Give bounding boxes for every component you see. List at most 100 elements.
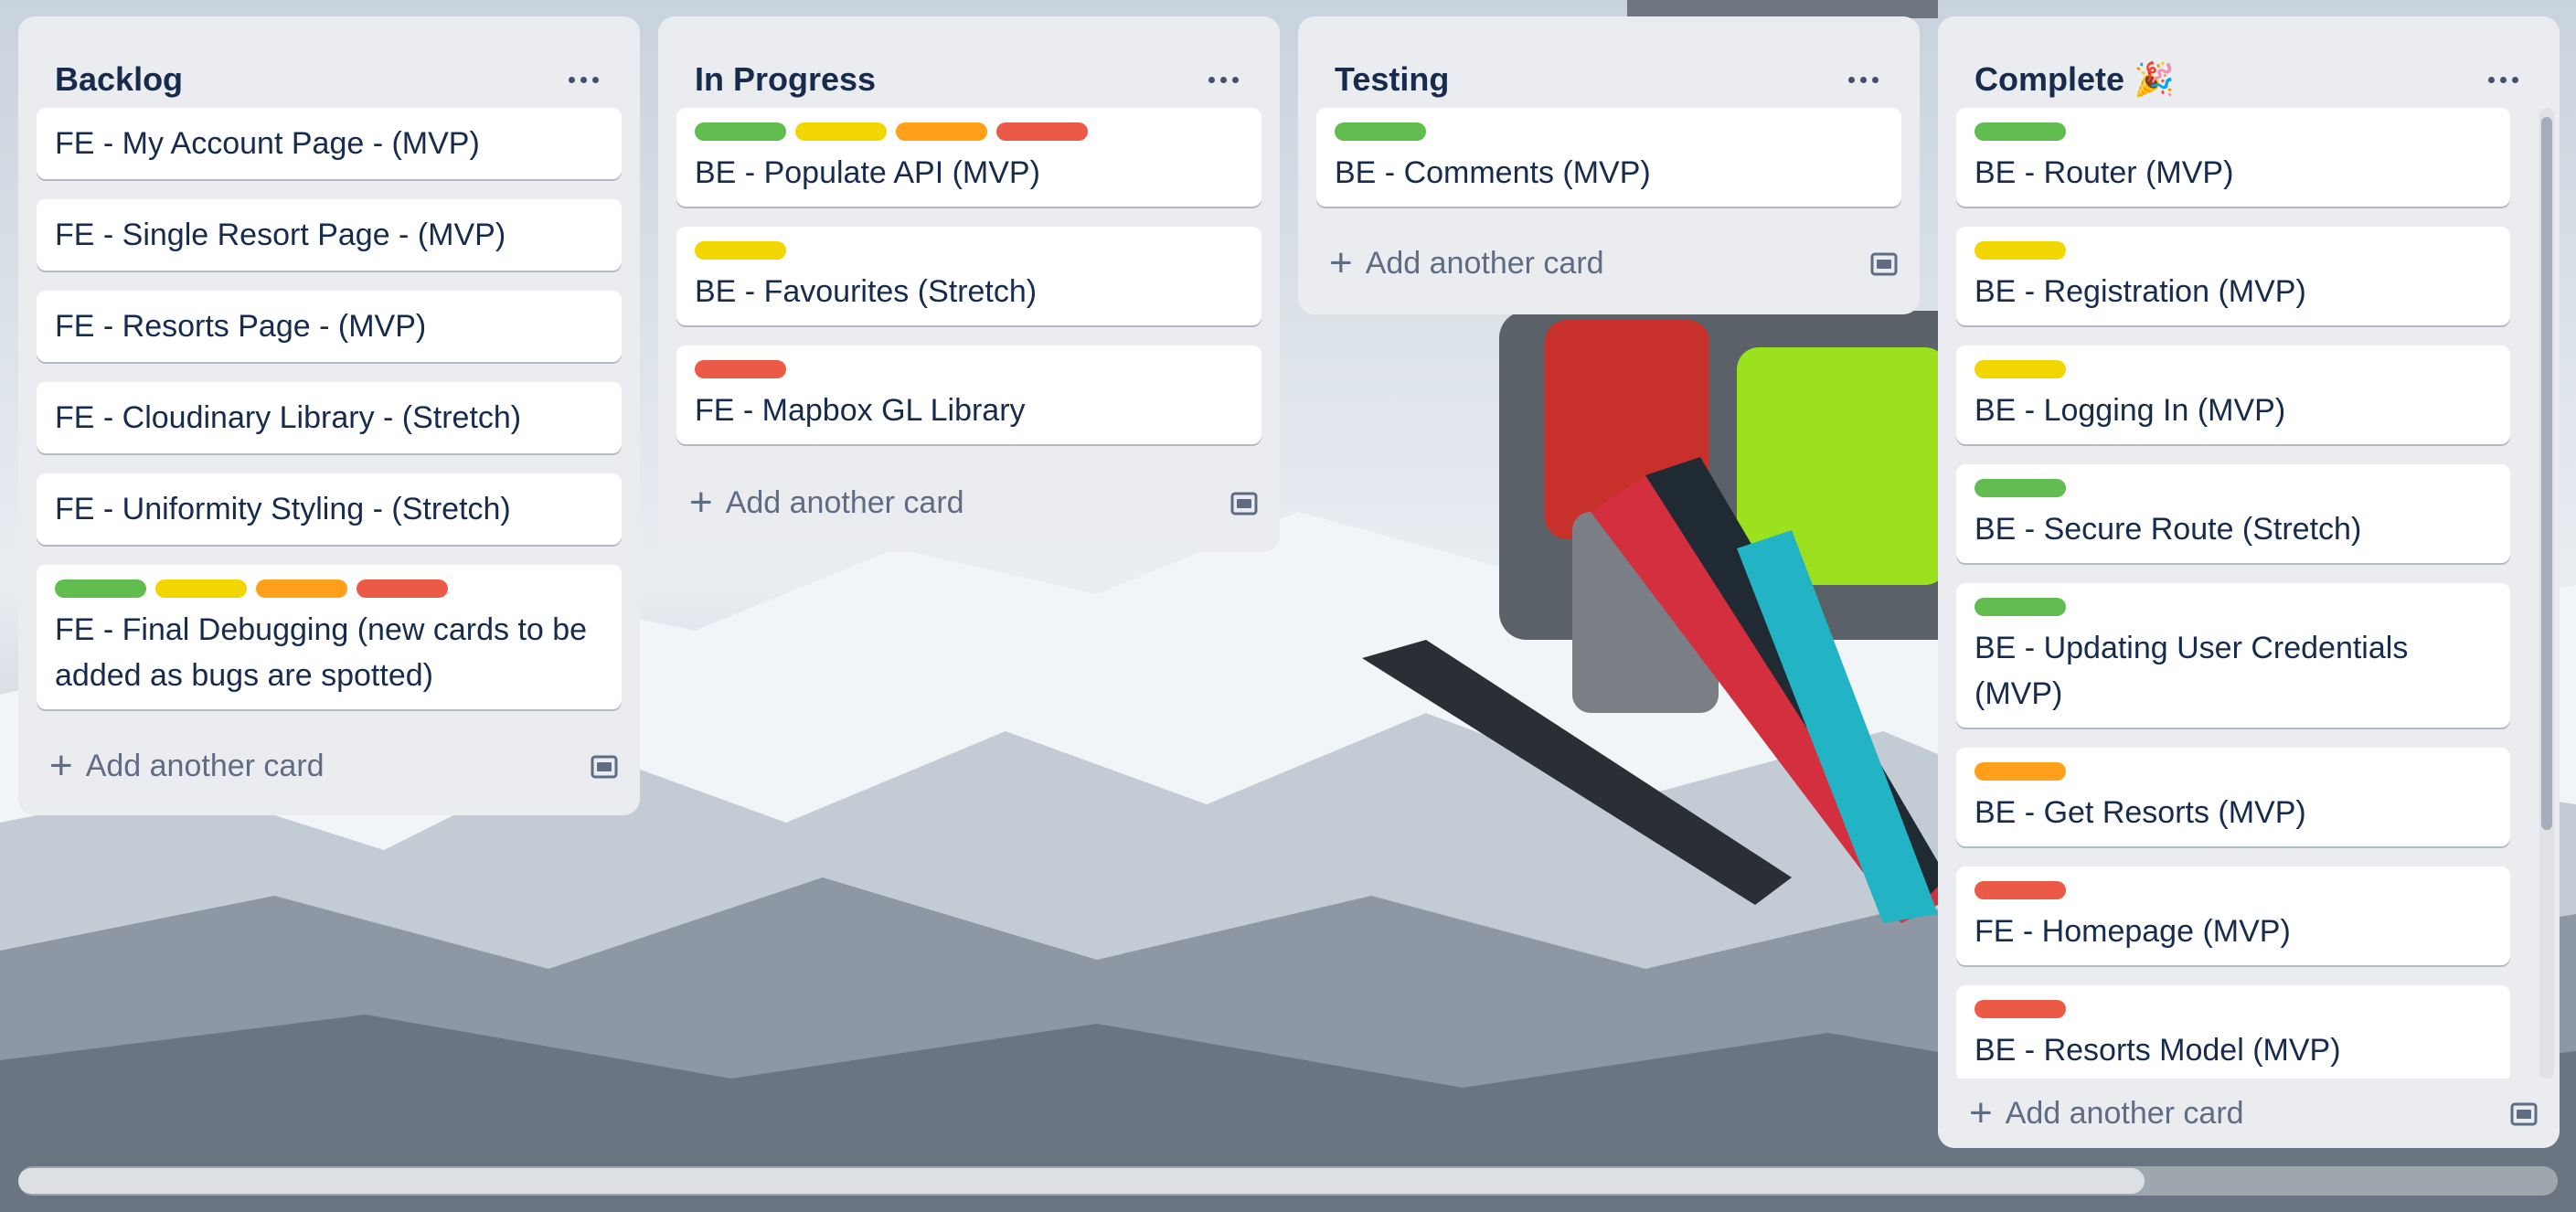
label-green[interactable] bbox=[1975, 122, 2066, 141]
card[interactable]: FE - Homepage (MVP) bbox=[1956, 866, 2510, 965]
card-title: FE - Homepage (MVP) bbox=[1975, 914, 2291, 949]
card-title: BE - Comments (MVP) bbox=[1335, 155, 1651, 190]
plus-icon: + bbox=[49, 743, 73, 788]
list-header: Testing bbox=[1335, 57, 1889, 102]
card-title: BE - Registration (MVP) bbox=[1975, 274, 2306, 309]
label-green[interactable] bbox=[695, 122, 786, 141]
card-title: FE - Single Resort Page - (MVP) bbox=[55, 218, 506, 252]
horizontal-scrollbar[interactable] bbox=[18, 1166, 2558, 1196]
card[interactable]: FE - Resorts Page - (MVP) bbox=[37, 291, 622, 362]
plus-icon: + bbox=[689, 480, 713, 525]
card-title: BE - Resorts Model (MVP) bbox=[1975, 1033, 2341, 1068]
card[interactable]: FE - Uniformity Styling - (Stretch) bbox=[37, 473, 622, 545]
label-red[interactable] bbox=[996, 122, 1088, 141]
ellipsis-icon bbox=[2487, 76, 2518, 83]
list-header: In Progress bbox=[695, 57, 1249, 102]
card[interactable]: BE - Router (MVP) bbox=[1956, 108, 2510, 207]
list-menu-button[interactable] bbox=[1837, 57, 1889, 102]
card[interactable]: BE - Logging In (MVP) bbox=[1956, 346, 2510, 444]
label-red[interactable] bbox=[357, 579, 448, 598]
add-card-label: Add another card bbox=[85, 748, 325, 783]
card-labels bbox=[1975, 241, 2066, 260]
card-labels bbox=[1975, 360, 2066, 378]
card-title: BE - Get Resorts (MVP) bbox=[1975, 795, 2306, 830]
card[interactable]: FE - Cloudinary Library - (Stretch) bbox=[37, 382, 622, 453]
label-yellow[interactable] bbox=[155, 579, 247, 598]
card[interactable]: BE - Updating User Credentials (MVP) bbox=[1956, 583, 2510, 728]
card[interactable]: BE - Secure Route (Stretch) bbox=[1956, 464, 2510, 563]
card[interactable]: BE - Favourites (Stretch) bbox=[676, 227, 1261, 325]
card[interactable]: FE - Mapbox GL Library bbox=[676, 346, 1261, 444]
card-template-icon[interactable] bbox=[1868, 249, 1900, 280]
list-testing: Testing BE - Comments (MVP) + Add anothe… bbox=[1298, 16, 1920, 314]
list-menu-button[interactable] bbox=[2477, 57, 2528, 102]
card[interactable]: BE - Resorts Model (MVP) bbox=[1956, 985, 2510, 1079]
list-in-progress: In Progress BE - Populate API (MVP) BE -… bbox=[658, 16, 1280, 552]
card-title: BE - Updating User Credentials (MVP) bbox=[1975, 631, 2409, 711]
list-title[interactable]: Complete 🎉 bbox=[1975, 60, 2175, 98]
list-header: Complete 🎉 bbox=[1975, 57, 2528, 102]
ellipsis-icon bbox=[1208, 76, 1239, 83]
add-card-button[interactable]: + Add another card bbox=[676, 475, 964, 530]
card-title: FE - Mapbox GL Library bbox=[695, 393, 1026, 428]
card-labels bbox=[695, 122, 1088, 141]
list-menu-button[interactable] bbox=[558, 57, 609, 102]
card-labels bbox=[695, 360, 786, 378]
card-labels bbox=[1975, 881, 2066, 899]
card-title: BE - Router (MVP) bbox=[1975, 155, 2234, 190]
plus-icon: + bbox=[1329, 240, 1353, 285]
list-title[interactable]: Testing bbox=[1335, 60, 1449, 98]
card-labels bbox=[1975, 122, 2066, 141]
card-labels bbox=[1975, 479, 2066, 497]
list-title[interactable]: Backlog bbox=[55, 60, 183, 98]
label-yellow[interactable] bbox=[1975, 241, 2066, 260]
add-card-button[interactable]: + Add another card bbox=[37, 739, 325, 793]
card[interactable]: FE - My Account Page - (MVP) bbox=[37, 108, 622, 179]
list-menu-button[interactable] bbox=[1198, 57, 1249, 102]
card-template-icon[interactable] bbox=[2508, 1099, 2539, 1130]
card-title: BE - Secure Route (Stretch) bbox=[1975, 512, 2362, 547]
card-title: BE - Favourites (Stretch) bbox=[695, 274, 1038, 309]
ellipsis-icon bbox=[1847, 76, 1879, 83]
add-card-button[interactable]: + Add another card bbox=[1956, 1086, 2244, 1141]
label-red[interactable] bbox=[1975, 881, 2066, 899]
label-green[interactable] bbox=[55, 579, 146, 598]
label-yellow[interactable] bbox=[795, 122, 887, 141]
card-labels bbox=[1335, 122, 1426, 141]
vertical-scrollbar-thumb[interactable] bbox=[2541, 117, 2552, 830]
add-card-label: Add another card bbox=[725, 484, 964, 520]
label-green[interactable] bbox=[1975, 479, 2066, 497]
vertical-scrollbar[interactable] bbox=[2539, 108, 2554, 1079]
card-template-icon[interactable] bbox=[589, 751, 620, 782]
card-title: FE - My Account Page - (MVP) bbox=[55, 126, 480, 161]
label-orange[interactable] bbox=[256, 579, 347, 598]
card-title: BE - Populate API (MVP) bbox=[695, 155, 1040, 190]
card[interactable]: FE - Single Resort Page - (MVP) bbox=[37, 199, 622, 271]
card-template-icon[interactable] bbox=[1229, 488, 1260, 519]
list-backlog: Backlog FE - My Account Page - (MVP) FE … bbox=[18, 16, 640, 815]
card[interactable]: BE - Comments (MVP) bbox=[1316, 108, 1901, 207]
label-orange[interactable] bbox=[1975, 762, 2066, 781]
label-red[interactable] bbox=[1975, 1000, 2066, 1018]
label-orange[interactable] bbox=[896, 122, 987, 141]
card[interactable]: BE - Populate API (MVP) bbox=[676, 108, 1261, 207]
label-red[interactable] bbox=[695, 360, 786, 378]
card[interactable]: BE - Get Resorts (MVP) bbox=[1956, 748, 2510, 846]
card-title: FE - Final Debugging (new cards to be ad… bbox=[55, 612, 588, 693]
list-title[interactable]: In Progress bbox=[695, 60, 876, 98]
card-title: FE - Resorts Page - (MVP) bbox=[55, 309, 427, 344]
card-labels bbox=[695, 241, 786, 260]
horizontal-scrollbar-thumb[interactable] bbox=[18, 1168, 2145, 1194]
card-labels bbox=[55, 579, 448, 598]
label-green[interactable] bbox=[1335, 122, 1426, 141]
label-green[interactable] bbox=[1975, 598, 2066, 616]
card-title: BE - Logging In (MVP) bbox=[1975, 393, 2286, 428]
list-header: Backlog bbox=[55, 57, 609, 102]
card-scroll-area[interactable]: BE - Router (MVP) BE - Registration (MVP… bbox=[1938, 108, 2528, 1079]
card[interactable]: FE - Final Debugging (new cards to be ad… bbox=[37, 565, 622, 709]
card[interactable]: BE - Registration (MVP) bbox=[1956, 227, 2510, 325]
label-yellow[interactable] bbox=[695, 241, 786, 260]
card-title: FE - Cloudinary Library - (Stretch) bbox=[55, 400, 522, 435]
add-card-button[interactable]: + Add another card bbox=[1316, 236, 1604, 291]
label-yellow[interactable] bbox=[1975, 360, 2066, 378]
